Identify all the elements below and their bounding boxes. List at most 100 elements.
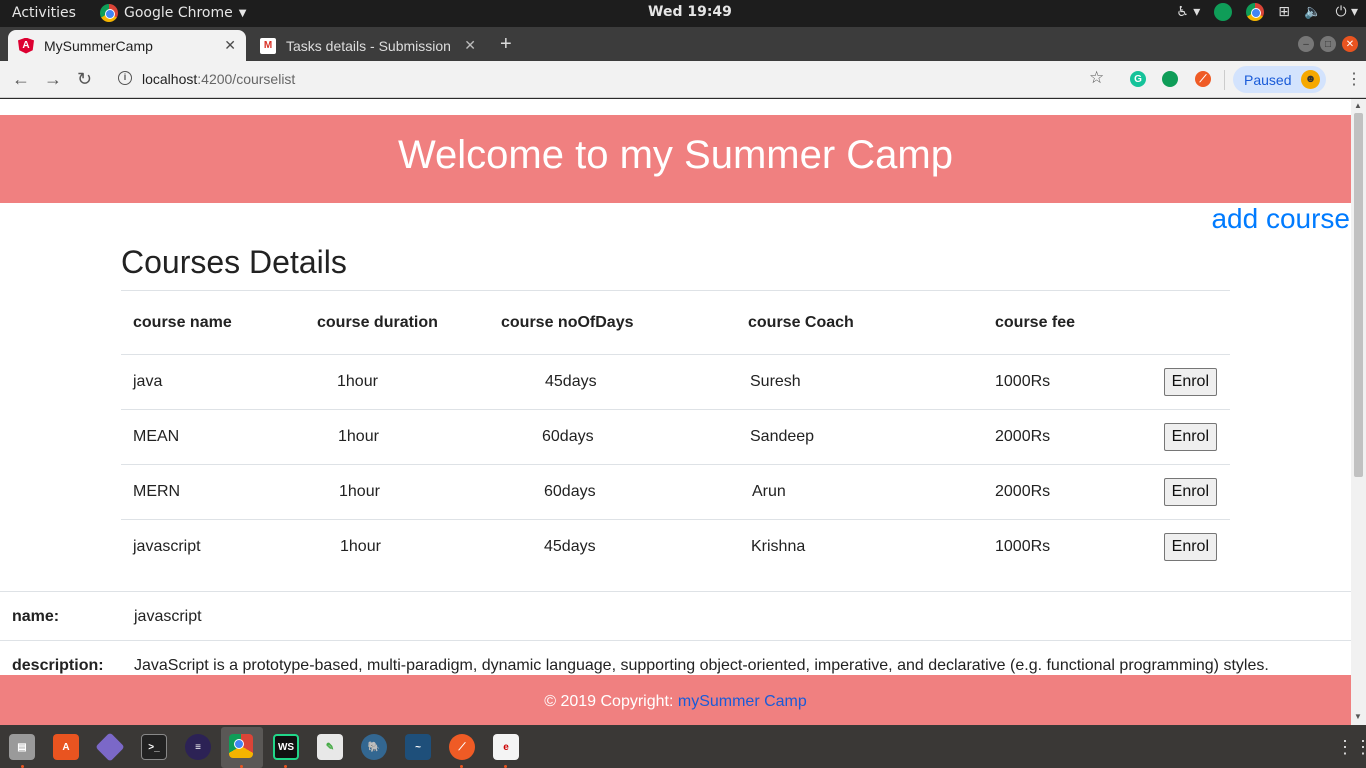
course-action-cell: Enrol (1133, 354, 1230, 410)
back-arrow-icon[interactable]: ← (12, 69, 30, 90)
maximize-icon[interactable]: □ (1320, 36, 1336, 52)
table-header-row: course name course duration course noOfD… (121, 290, 1230, 355)
software-center-icon[interactable]: A (53, 734, 79, 760)
column-header: course noOfDays (489, 290, 736, 355)
tab-strip: A MySummerCamp ✕ M Tasks details - Submi… (0, 27, 1366, 61)
course-duration: 1hour (305, 464, 489, 520)
add-course-link[interactable]: add course (1211, 203, 1350, 235)
detail-row-name: name: javascript (0, 591, 1351, 640)
tab-mysummercamp[interactable]: A MySummerCamp ✕ (8, 30, 246, 61)
power-icon[interactable]: ⏻ ▾ (1335, 4, 1358, 20)
scrollbar-thumb[interactable] (1354, 113, 1363, 477)
course-coach: Suresh (736, 354, 983, 410)
profile-paused-label: Paused (1244, 71, 1292, 88)
activities-button[interactable]: Activities (12, 5, 76, 21)
toolbar-divider (1224, 70, 1225, 90)
files-icon[interactable]: ▤ (9, 734, 35, 760)
eclipse-icon[interactable]: ≡ (185, 734, 211, 760)
new-tab-button[interactable]: + (500, 33, 512, 56)
postman-icon[interactable]: ⟋ (449, 734, 475, 760)
enrol-button[interactable]: Enrol (1163, 423, 1217, 451)
column-header: course Coach (736, 290, 983, 355)
page-footer: © 2019 Copyright: mySummer Camp (0, 675, 1351, 725)
grammarly-icon[interactable]: G (1130, 71, 1146, 87)
text-editor-icon[interactable]: e (493, 734, 519, 760)
clock[interactable]: Wed 19:49 (648, 4, 732, 20)
detail-row-description: description: JavaScript is a prototype-b… (0, 640, 1351, 680)
courses-table: course name course duration course noOfD… (121, 290, 1230, 575)
course-duration: 1hour (340, 538, 381, 556)
address-bar[interactable]: localhost:4200/courselist (142, 71, 295, 87)
bookmark-star-icon[interactable]: ☆ (1089, 68, 1104, 88)
terminal-icon[interactable]: >_ (141, 734, 167, 760)
tab-title: MySummerCamp (44, 37, 153, 54)
image-viewer-icon[interactable]: ✎ (317, 734, 343, 760)
detail-label: name: (12, 608, 60, 625)
course-coach: Sandeep (736, 409, 983, 465)
reload-icon[interactable]: ↻ (77, 69, 92, 90)
course-days: 45days (544, 538, 596, 556)
kebab-menu-icon[interactable]: ⋮ (1346, 69, 1362, 89)
url-path: :4200/courselist (197, 71, 296, 87)
forward-arrow-icon[interactable]: → (44, 69, 62, 90)
close-window-icon[interactable]: ✕ (1342, 36, 1358, 52)
system-tray[interactable]: ♿ ▾ ⊞ 🔈 ⏻ ▾ (1176, 3, 1358, 21)
course-action-cell: Enrol (1133, 464, 1230, 520)
detail-label: description: (12, 657, 104, 674)
hangouts-extension-icon[interactable] (1162, 71, 1178, 87)
system-top-bar: Activities Google Chrome ▼ Wed 19:49 ♿ ▾… (0, 0, 1366, 27)
info-icon[interactable]: i (118, 71, 132, 85)
course-coach: Arun (736, 464, 983, 520)
chrome-tray-icon[interactable] (1246, 3, 1265, 21)
scroll-down-icon[interactable]: ▼ (1354, 712, 1362, 721)
tab-tasks-details[interactable]: M Tasks details - Submission ✕ (250, 30, 486, 61)
dock: ▤ A >_ ≡ WS ✎ 🐘 ~ ⟋ e ⋮⋮⋮ (0, 725, 1366, 768)
chevron-down-icon: ▼ (238, 7, 247, 19)
gmail-icon: M (260, 37, 276, 54)
accessibility-icon[interactable]: ♿ ▾ (1176, 4, 1200, 20)
mysql-workbench-icon[interactable]: ~ (405, 734, 431, 760)
column-header-action (1133, 290, 1230, 355)
hangouts-icon[interactable] (1214, 3, 1233, 21)
volume-icon[interactable]: 🔈 (1304, 4, 1321, 20)
table-row: MEAN 1hour 60days Sandeep 2000Rs Enrol (121, 409, 1230, 465)
show-apps-grid-icon[interactable]: ⋮⋮⋮ (1336, 737, 1366, 758)
page-viewport: Welcome to my Summer Camp add course Cou… (0, 99, 1351, 725)
postgres-icon[interactable]: 🐘 (361, 734, 387, 760)
table-row: java 1hour 45days Suresh 1000Rs Enrol (121, 354, 1230, 410)
course-name: MEAN (121, 409, 305, 465)
course-name: MERN (121, 464, 305, 520)
course-action-cell: Enrol (1133, 520, 1230, 575)
course-name: javascript (133, 538, 201, 556)
window-controls: – □ ✕ (1298, 36, 1358, 52)
course-days: 60days (489, 464, 736, 520)
course-duration: 1hour (305, 409, 489, 465)
table-row: MERN 1hour 60days Arun 2000Rs Enrol (121, 464, 1230, 520)
profile-paused-button[interactable]: Paused ☻ (1233, 66, 1326, 93)
hero-banner: Welcome to my Summer Camp (0, 115, 1351, 203)
minimize-icon[interactable]: – (1298, 36, 1314, 52)
page-scrollbar[interactable]: ▲ ▼ (1351, 99, 1366, 725)
course-days: 60days (489, 409, 736, 465)
course-action-cell: Enrol (1133, 409, 1230, 465)
footer-link[interactable]: mySummer Camp (678, 693, 807, 710)
column-header: course duration (305, 290, 489, 355)
chrome-dock-icon[interactable] (229, 734, 253, 758)
browser-toolbar: ← → ↻ i localhost:4200/courselist ☆ G ⟋ … (0, 61, 1366, 98)
app-menu-label: Google Chrome (124, 5, 233, 21)
course-fee: 2000Rs (983, 409, 1133, 465)
webstorm-icon[interactable]: WS (273, 734, 299, 760)
footer-copyright: © 2019 Copyright: (544, 693, 674, 710)
url-host: localhost (142, 71, 198, 87)
scroll-up-icon[interactable]: ▲ (1354, 101, 1362, 110)
app-diamond-icon[interactable] (95, 732, 125, 762)
close-icon[interactable]: ✕ (464, 37, 476, 54)
enrol-button[interactable]: Enrol (1163, 533, 1217, 562)
network-icon[interactable]: ⊞ (1278, 4, 1290, 20)
enrol-button[interactable]: Enrol (1163, 478, 1217, 506)
app-menu[interactable]: Google Chrome ▼ (100, 4, 246, 22)
postman-extension-icon[interactable]: ⟋ (1195, 71, 1211, 87)
column-header: course name (121, 290, 305, 355)
enrol-button[interactable]: Enrol (1163, 368, 1217, 396)
close-icon[interactable]: ✕ (224, 37, 236, 54)
